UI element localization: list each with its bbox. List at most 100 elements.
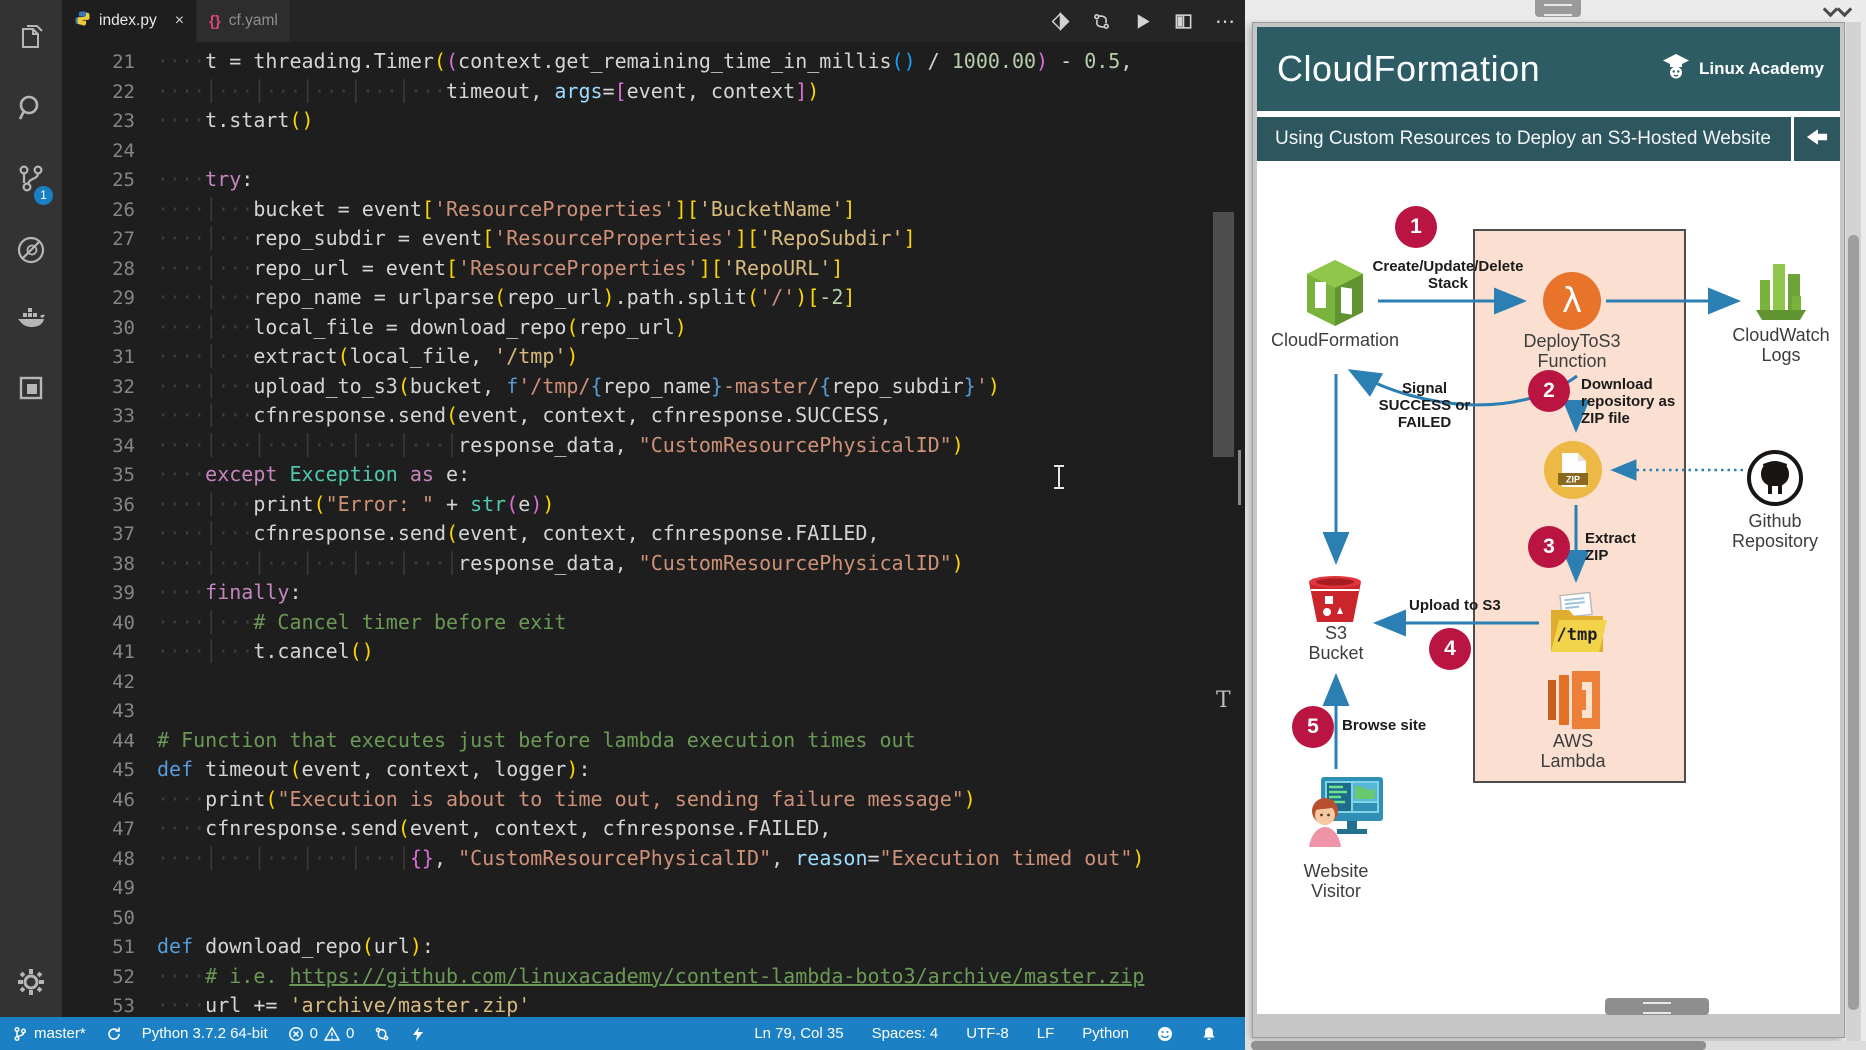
website-visitor-icon (1299, 773, 1387, 864)
signal-label: Signal SUCCESS or FAILED (1378, 380, 1471, 431)
code-text: ····│···│···│···│···│···│response_data, … (157, 432, 964, 457)
synchronize-icon[interactable] (1092, 12, 1111, 31)
tab-label: index.py (99, 12, 157, 29)
settings-gear-button[interactable] (15, 966, 47, 998)
eol-item[interactable]: LF (1037, 1025, 1055, 1042)
code-line: 41 ····│···t.cancel() (62, 637, 1245, 667)
tab-label: cf.yaml (228, 12, 278, 29)
panel-header: CloudFormation Linux Academy (1257, 27, 1840, 111)
line-number: 47 (112, 818, 135, 840)
back-button[interactable] (1791, 117, 1840, 161)
github-label: Github Repository (1731, 511, 1819, 552)
tab-cf-yaml[interactable]: {} cf.yaml (196, 0, 290, 42)
code-text: # Function that executes just before lam… (157, 727, 916, 752)
lightning-item[interactable] (410, 1026, 426, 1042)
bell-icon (1201, 1026, 1217, 1042)
step-5-label: Browse site (1342, 717, 1427, 734)
line-number: 34 (112, 434, 135, 457)
line-number: 36 (112, 493, 135, 516)
code-line: 32 ····│···upload_to_s3(bucket, f'/tmp/{r… (62, 372, 1245, 402)
overview-ruler-artifact: T (1216, 688, 1231, 713)
compare-changes-item[interactable] (374, 1026, 390, 1042)
window-bottom-band (1257, 1014, 1840, 1033)
window-bottom-handle[interactable] (1605, 998, 1709, 1015)
background-page: CloudFormation Linux Academy Using Custo… (1245, 0, 1866, 1050)
code-line: 49 (62, 873, 1245, 903)
overview-ruler-marker (1238, 450, 1241, 505)
sidebar-item-custom-editor[interactable] (15, 372, 47, 404)
indentation-item[interactable]: Spaces: 4 (872, 1025, 939, 1042)
code-line: 21 ····t = threading.Timer((context.get_r… (62, 47, 1245, 77)
language-mode: Python (1082, 1025, 1129, 1042)
cloudwatch-label: CloudWatch Logs (1732, 325, 1830, 366)
code-area[interactable]: 21 ····t = threading.Timer((context.get_r… (62, 47, 1245, 1017)
vertical-scrollbar[interactable] (1846, 22, 1861, 1041)
editor-actions: ⋯ (1051, 0, 1237, 42)
sidebar-item-explorer[interactable] (15, 22, 47, 54)
line-number: 51 (112, 936, 135, 958)
code-line: 52 ····# i.e. https://github.com/linuxaca… (62, 962, 1245, 992)
step-4-label: Upload to S3 (1409, 597, 1501, 614)
collapse-chevrons-icon[interactable] (1822, 1, 1855, 20)
language-mode-item[interactable]: Python (1082, 1025, 1129, 1042)
line-number: 49 (112, 877, 135, 899)
aws-lambda-label: AWS Lambda (1540, 731, 1606, 772)
open-changes-icon[interactable] (1051, 11, 1070, 31)
line-number: 46 (112, 788, 135, 811)
git-branch-item[interactable]: master* (12, 1025, 86, 1042)
code-line: 38 ····│···│···│···│···│···│response_data… (62, 549, 1245, 579)
sidebar-item-search[interactable] (15, 92, 47, 124)
deploytos3-lambda-icon: λ (1543, 272, 1601, 330)
lesson-title-bar: Using Custom Resources to Deploy an S3-H… (1257, 117, 1840, 161)
docker-whale-icon (15, 308, 47, 338)
notifications-button[interactable] (1201, 1026, 1217, 1042)
zip-file-icon: ZIP (1544, 441, 1602, 504)
code-line: 29 ····│···repo_name = urlparse(repo_url)… (62, 283, 1245, 313)
line-number: 28 (112, 257, 135, 280)
deploytos3-label: DeployToS3 Function (1523, 331, 1621, 372)
code-line: 45 def timeout(event, context, logger): (62, 755, 1245, 785)
run-icon[interactable] (1133, 12, 1152, 31)
encoding-item[interactable]: UTF-8 (966, 1025, 1009, 1042)
code-text: ····# i.e. https://github.com/linuxacade… (157, 963, 1145, 988)
line-number: 33 (112, 405, 135, 427)
code-text: ····│···# Cancel timer before exit (157, 609, 567, 634)
editor-scrollbar-thumb[interactable] (1213, 212, 1234, 457)
diagram-canvas: 1 2 3 4 5 Create/Update/Delete Stack Sig… (1257, 165, 1840, 1016)
close-icon[interactable]: × (175, 12, 184, 30)
line-number: 48 (112, 847, 135, 870)
problems-item[interactable]: 0 0 (288, 1025, 354, 1042)
code-text: def download_repo(url): (157, 934, 434, 958)
sidebar-item-docker[interactable] (15, 302, 47, 334)
code-line: 36 ····│···print("Error: " + str(e)) (62, 490, 1245, 520)
cursor-position-item[interactable]: Ln 79, Col 35 (754, 1025, 843, 1042)
gear-icon (15, 969, 47, 1002)
grip-icon (1544, 4, 1572, 16)
horizontal-scrollbar[interactable] (1245, 1041, 1866, 1050)
line-number: 31 (112, 346, 135, 368)
code-editor[interactable]: 21 ····t = threading.Timer((context.get_r… (62, 42, 1245, 1017)
status-bar: master* Python 3.7.2 64-bit 0 0 Ln 79, C… (0, 1017, 1245, 1050)
indentation: Spaces: 4 (871, 1025, 939, 1042)
horizontal-scrollbar-thumb[interactable] (1251, 1041, 1706, 1050)
code-text: ····│···│···│···│···│···│response_data, … (157, 550, 964, 575)
code-line: 47 ····cfnresponse.send(event, context, c… (62, 814, 1245, 844)
tab-index-py[interactable]: index.py × (62, 0, 197, 42)
sync-status-button[interactable] (106, 1026, 122, 1042)
feedback-button[interactable] (1157, 1026, 1173, 1042)
code-text: ····t.start() (157, 108, 314, 132)
split-editor-icon[interactable] (1174, 12, 1193, 31)
screen: 1 index.py × {} cf.yaml ⋯ 21 ····t = thr… (0, 0, 1866, 1050)
line-number: 24 (112, 139, 135, 162)
window-top-handle[interactable] (1535, 0, 1581, 17)
python-interpreter-item[interactable]: Python 3.7.2 64-bit (142, 1025, 268, 1042)
step-badge-4: 4 (1429, 628, 1471, 670)
encoding: UTF-8 (966, 1025, 1009, 1042)
editor-group: index.py × {} cf.yaml ⋯ 21 ····t = thread… (0, 0, 1245, 1050)
step-badge-3: 3 (1528, 526, 1570, 568)
code-text: ····except Exception as e: (157, 462, 471, 486)
more-actions-icon[interactable]: ⋯ (1215, 9, 1237, 34)
cloudwatch-logs-icon (1752, 258, 1810, 331)
compare-icon (374, 1026, 390, 1042)
sidebar-item-debug-disabled[interactable] (15, 234, 47, 266)
